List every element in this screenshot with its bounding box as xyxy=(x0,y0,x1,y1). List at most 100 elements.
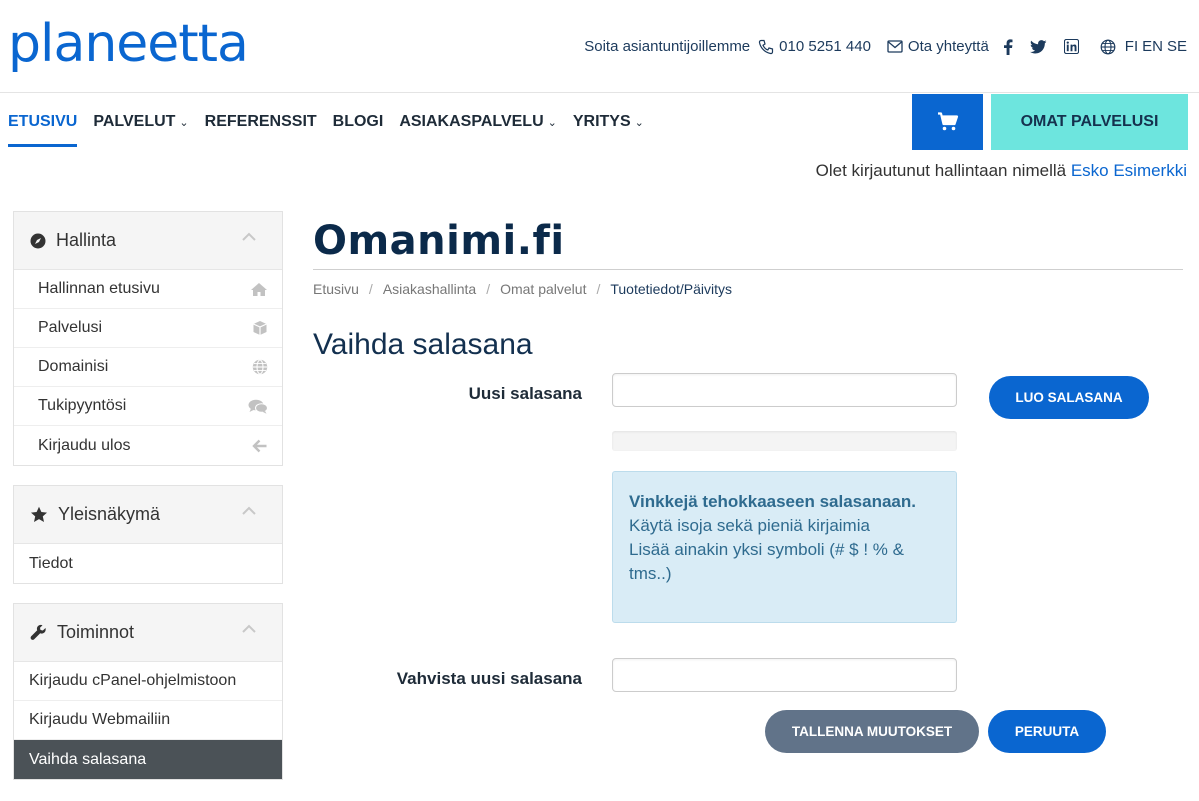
contact-text: Soita asiantuntijoillemme xyxy=(584,38,751,55)
sidebar-item-label: Palvelusi xyxy=(38,319,103,336)
sidebar-item-domainisi[interactable]: Domainisi xyxy=(14,348,282,387)
contact-phone[interactable]: Soita asiantuntijoillemme 010 5251 440 xyxy=(584,38,871,55)
cube-icon xyxy=(253,321,267,335)
chevron-down-icon: ⌄ xyxy=(179,116,189,129)
sidebar-panel-hallinta: Hallinta Hallinnan etusivu Palvelusi Dom… xyxy=(13,211,283,466)
home-icon xyxy=(251,282,267,296)
password-tips-box: Vinkkejä tehokkaaseen salasanaan. Käytä … xyxy=(612,471,957,623)
nav-label: PALVELUT xyxy=(93,113,176,130)
breadcrumb-item[interactable]: Omat palvelut xyxy=(500,281,586,297)
sidebar-item-palvelusi[interactable]: Palvelusi xyxy=(14,309,282,348)
breadcrumb-item[interactable]: Asiakashallinta xyxy=(383,281,476,297)
lang-se[interactable]: SE xyxy=(1167,38,1187,55)
sidebar-item-label: Domainisi xyxy=(38,358,109,375)
login-status: Olet kirjautunut hallintaan nimellä Esko… xyxy=(816,161,1187,181)
page-heading: Vaihda salasana xyxy=(313,328,533,361)
contact-link[interactable]: Ota yhteyttä xyxy=(887,38,989,55)
contact-link-label: Ota yhteyttä xyxy=(907,38,989,55)
save-changes-button[interactable]: TALLENNA MUUTOKSET xyxy=(765,710,979,753)
sidebar-panel-yleisnakyma: Yleisnäkymä Tiedot xyxy=(13,485,283,584)
linkedin-link[interactable] xyxy=(1063,39,1084,54)
sidebar-panel-toiminnot: Toiminnot Kirjaudu cPanel-ohjelmistoon K… xyxy=(13,603,283,780)
sidebar-item-label: Vaihda salasana xyxy=(29,750,147,768)
omat-palvelusi-button[interactable]: OMAT PALVELUSI xyxy=(991,94,1188,150)
nav-label: REFERENSSIT xyxy=(204,113,317,130)
phone-number: 010 5251 440 xyxy=(779,38,871,55)
chevron-up-icon[interactable] xyxy=(242,624,256,634)
panel-title: Toiminnot xyxy=(57,622,135,642)
breadcrumb-separator: / xyxy=(368,281,373,297)
sidebar-item-label: Kirjaudu Webmailiin xyxy=(29,711,171,728)
sidebar-item-label: Kirjaudu ulos xyxy=(38,436,131,454)
phone-icon xyxy=(759,39,774,54)
breadcrumb: Etusivu / Asiakashallinta / Omat palvelu… xyxy=(313,281,732,297)
chat-bubbles-icon xyxy=(248,399,268,414)
sidebar-item-kirjaudu-ulos[interactable]: Kirjaudu ulos xyxy=(14,426,282,465)
globe-icon xyxy=(1100,39,1116,54)
sidebar-item-label: Hallinnan etusivu xyxy=(38,280,160,297)
twitter-icon xyxy=(1029,39,1047,53)
nav-label: ASIAKASPALVELU xyxy=(399,113,544,130)
facebook-link[interactable] xyxy=(1003,38,1018,55)
breadcrumb-separator: / xyxy=(596,281,601,297)
cart-icon xyxy=(937,112,958,131)
panel-title: Yleisnäkymä xyxy=(58,504,161,524)
language-switcher: FI EN SE xyxy=(1100,38,1187,55)
sidebar-item-tukipyyntosi[interactable]: Tukipyyntösi xyxy=(14,387,282,426)
sidebar-item-hallinnan-etusivu[interactable]: Hallinnan etusivu xyxy=(14,270,282,309)
tips-title: Vinkkejä tehokkaaseen salasanaan. xyxy=(629,492,916,511)
sidebar-item-vaihda-salasana[interactable]: Vaihda salasana xyxy=(14,740,282,779)
breadcrumb-item[interactable]: Etusivu xyxy=(313,281,359,297)
nav-item-blogi[interactable]: BLOGI xyxy=(333,111,384,133)
nav-item-asiakaspalvelu[interactable]: ASIAKASPALVELU ⌄ xyxy=(399,111,557,133)
nav-item-etusivu[interactable]: ETUSIVU xyxy=(8,111,78,147)
arrow-left-icon xyxy=(252,439,267,452)
nav-item-palvelut[interactable]: PALVELUT ⌄ xyxy=(93,111,188,133)
new-password-input[interactable] xyxy=(612,373,957,407)
sidebar-item-kirjaudu-webmail[interactable]: Kirjaudu Webmailiin xyxy=(14,701,282,740)
cart-button[interactable] xyxy=(912,94,983,150)
panel-header-yleisnakyma[interactable]: Yleisnäkymä xyxy=(14,486,282,544)
generate-password-button[interactable]: LUO SALASANA xyxy=(989,376,1149,419)
chevron-up-icon[interactable] xyxy=(242,506,256,516)
twitter-link[interactable] xyxy=(1029,39,1052,54)
new-password-label: Uusi salasana xyxy=(468,384,582,403)
breadcrumb-separator: / xyxy=(486,281,491,297)
panel-header-hallinta[interactable]: Hallinta xyxy=(14,212,282,270)
nav-item-referenssit[interactable]: REFERENSSIT xyxy=(205,111,317,133)
sidebar-item-tiedot[interactable]: Tiedot xyxy=(14,544,282,583)
nav-item-yritys[interactable]: YRITYS ⌄ xyxy=(573,111,644,133)
linkedin-icon xyxy=(1063,39,1079,54)
breadcrumb-current: Tuotetiedot/Päivitys xyxy=(610,281,733,297)
cancel-button[interactable]: PERUUTA xyxy=(988,710,1106,753)
header-divider xyxy=(0,92,1199,93)
tips-line: Lisää ainakin yksi symboli (# $ ! % & tm… xyxy=(629,540,904,583)
password-strength-bar xyxy=(612,431,957,451)
panel-title: Hallinta xyxy=(56,230,117,250)
product-title: Omanimi.fi xyxy=(313,218,565,264)
top-contact-bar: Soita asiantuntijoillemme 010 5251 440 O… xyxy=(584,38,1187,55)
nav-label: BLOGI xyxy=(332,113,384,130)
chevron-down-icon: ⌄ xyxy=(634,116,644,129)
main-nav: ETUSIVU PALVELUT ⌄ REFERENSSIT BLOGI ASIA… xyxy=(8,111,660,147)
chevron-down-icon: ⌄ xyxy=(547,116,557,129)
sidebar-item-kirjaudu-cpanel[interactable]: Kirjaudu cPanel-ohjelmistoon xyxy=(14,662,282,701)
sidebar-item-label: Tukipyyntösi xyxy=(38,397,127,414)
lang-fi[interactable]: FI xyxy=(1125,38,1138,55)
chevron-up-icon[interactable] xyxy=(242,232,256,242)
confirm-password-input[interactable] xyxy=(612,658,957,692)
sidebar-item-label: Kirjaudu cPanel-ohjelmistoon xyxy=(29,672,237,689)
user-name-link[interactable]: Esko Esimerkki xyxy=(1071,161,1187,180)
globe-icon xyxy=(252,359,268,375)
confirm-password-label: Vahvista uusi salasana xyxy=(396,669,582,688)
nav-label: YRITYS xyxy=(572,113,631,130)
lang-en[interactable]: EN xyxy=(1142,38,1163,55)
planeetta-logo[interactable]: planeetta xyxy=(8,14,249,74)
nav-label: ETUSIVU xyxy=(8,113,78,130)
tips-line: Käytä isoja sekä pieniä kirjaimia xyxy=(629,516,870,535)
wrench-icon xyxy=(30,624,46,640)
facebook-icon xyxy=(1003,38,1013,55)
star-icon xyxy=(31,506,47,522)
panel-header-toiminnot[interactable]: Toiminnot xyxy=(14,604,282,662)
sidebar-item-label: Tiedot xyxy=(29,554,73,572)
